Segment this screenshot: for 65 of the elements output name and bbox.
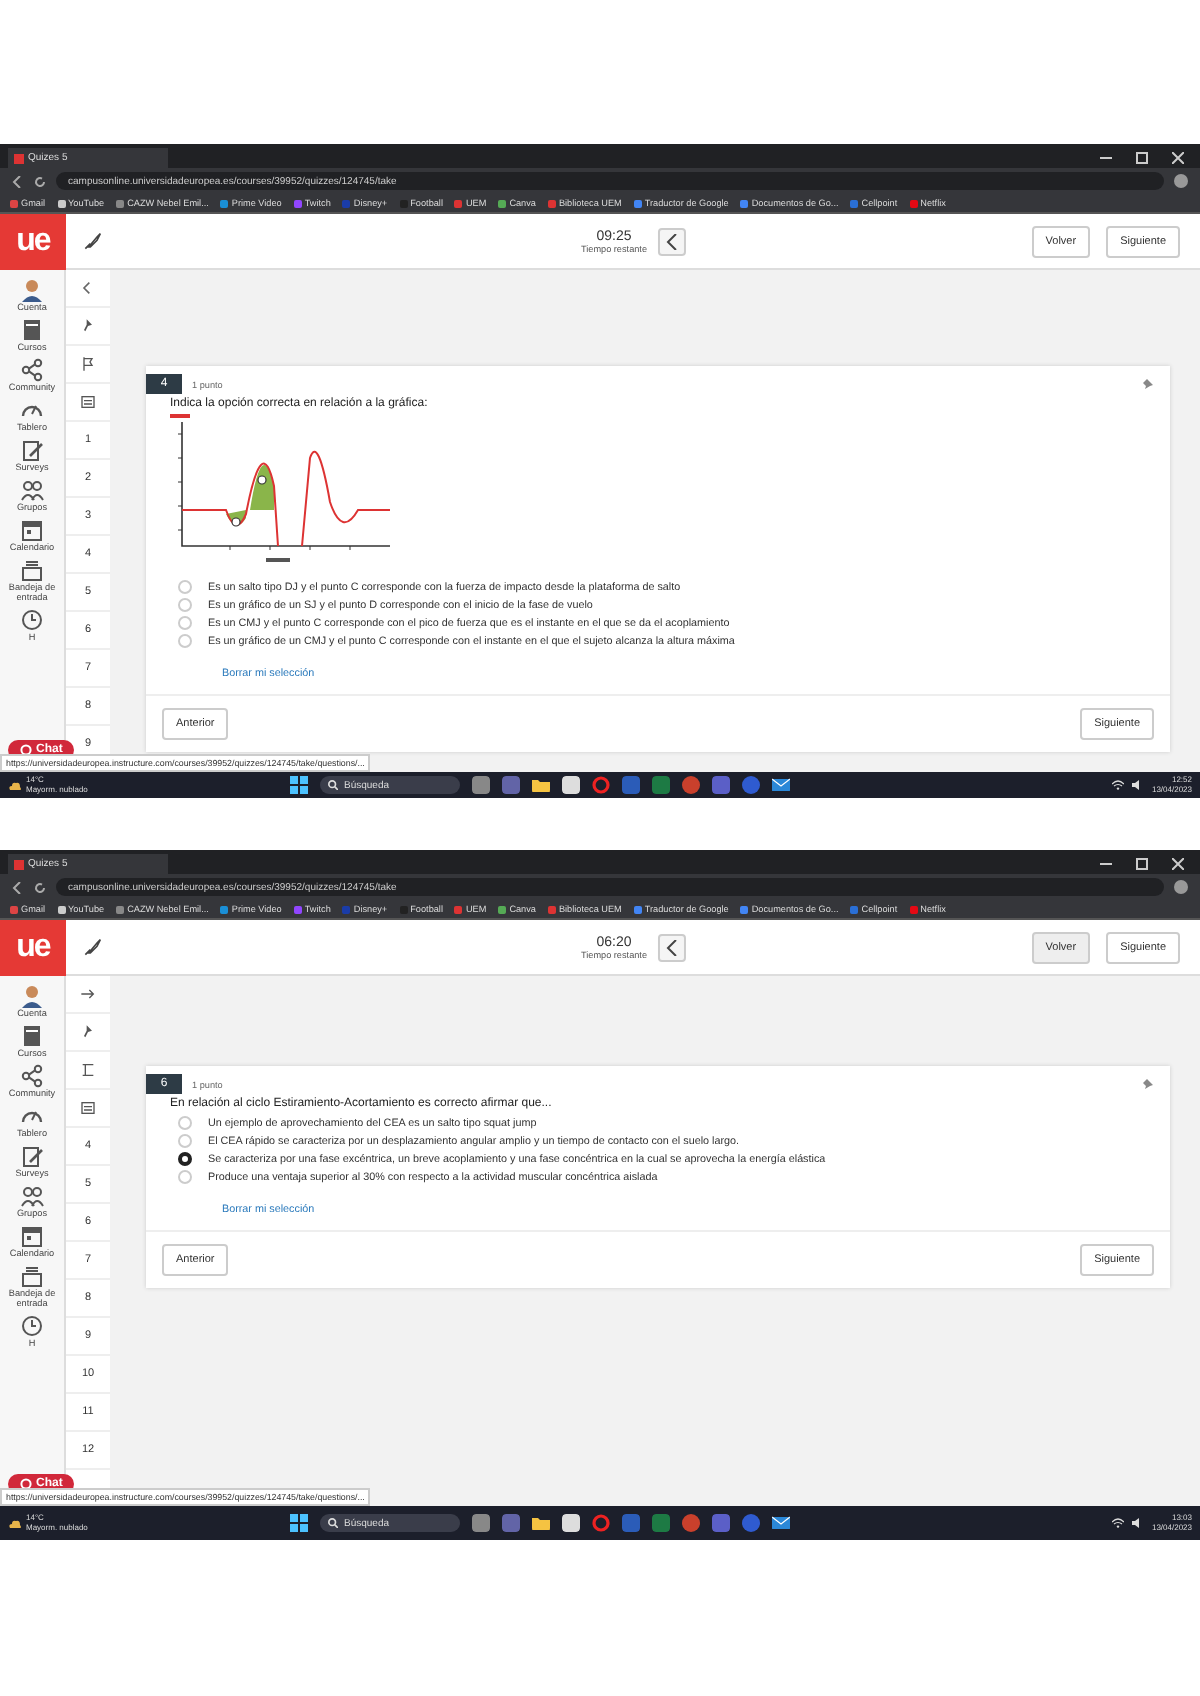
pin-icon[interactable] [1142,1078,1154,1090]
inbox-icon[interactable] [20,558,44,583]
logo[interactable]: ue [0,920,66,976]
pin-icon[interactable] [80,318,96,334]
edit-icon[interactable] [20,438,44,463]
minimize-icon[interactable] [1100,152,1112,164]
pin-icon[interactable] [1142,378,1154,390]
clock-icon[interactable] [20,1314,44,1339]
close-icon[interactable] [1172,858,1184,870]
avatar-icon[interactable] [20,278,44,302]
radio-button[interactable] [178,1152,192,1166]
list-icon[interactable] [80,1062,96,1078]
arrow-right-icon[interactable] [80,986,96,1002]
collapse-button[interactable] [657,933,686,961]
maximize-icon[interactable] [1136,152,1148,164]
logo[interactable]: ue [0,214,66,270]
chevron-left-icon [665,233,678,249]
speaker-icon[interactable] [1131,780,1144,790]
flag-icon[interactable] [80,356,96,372]
speech-bubble-icon [20,1478,32,1490]
mail-icon[interactable] [772,1514,790,1532]
inbox-icon[interactable] [20,1264,44,1289]
windows-icon[interactable] [290,776,308,794]
app-icon[interactable] [562,1514,580,1532]
close-icon[interactable] [1172,152,1184,164]
speech-bubble-icon [20,744,32,756]
speaker-icon[interactable] [1131,1518,1144,1528]
share-icon[interactable] [20,1064,44,1089]
chevron-left-icon[interactable] [80,280,96,296]
minimize-icon[interactable] [1100,858,1112,870]
book-icon[interactable] [20,1024,44,1049]
people-icon[interactable] [20,478,44,503]
windows-icon[interactable] [290,1514,308,1532]
cloud-icon[interactable] [8,1517,22,1529]
search-icon [328,1518,338,1528]
folder-icon[interactable] [532,1514,550,1532]
book-icon[interactable] [20,318,44,343]
ring-icon[interactable] [592,776,610,794]
back-icon[interactable] [12,881,24,893]
cloud-icon[interactable] [8,779,22,791]
calendar-icon[interactable] [20,1224,44,1249]
wifi-icon[interactable] [1111,780,1124,790]
edit-icon[interactable] [20,1144,44,1169]
wifi-icon[interactable] [1111,1518,1124,1528]
people-icon[interactable] [20,1184,44,1209]
list-icon[interactable] [80,1100,96,1116]
folder-icon[interactable] [532,776,550,794]
avatar-icon[interactable] [20,984,44,1008]
collapse-button[interactable] [657,227,686,255]
search-icon [328,780,338,790]
mail-icon[interactable] [772,776,790,794]
calendar-icon[interactable] [20,518,44,543]
profile-icon[interactable] [1174,880,1188,894]
back-icon[interactable] [12,175,24,187]
profile-icon[interactable] [1174,174,1188,188]
list-icon[interactable] [80,394,96,410]
clock-icon[interactable] [20,608,44,633]
reload-icon[interactable] [34,175,46,187]
reload-icon[interactable] [34,881,46,893]
app-icon[interactable] [562,776,580,794]
ring-icon[interactable] [592,1514,610,1532]
pin-icon[interactable] [80,1024,96,1040]
maximize-icon[interactable] [1136,858,1148,870]
chevron-left-icon [665,939,678,955]
share-icon[interactable] [20,358,44,383]
